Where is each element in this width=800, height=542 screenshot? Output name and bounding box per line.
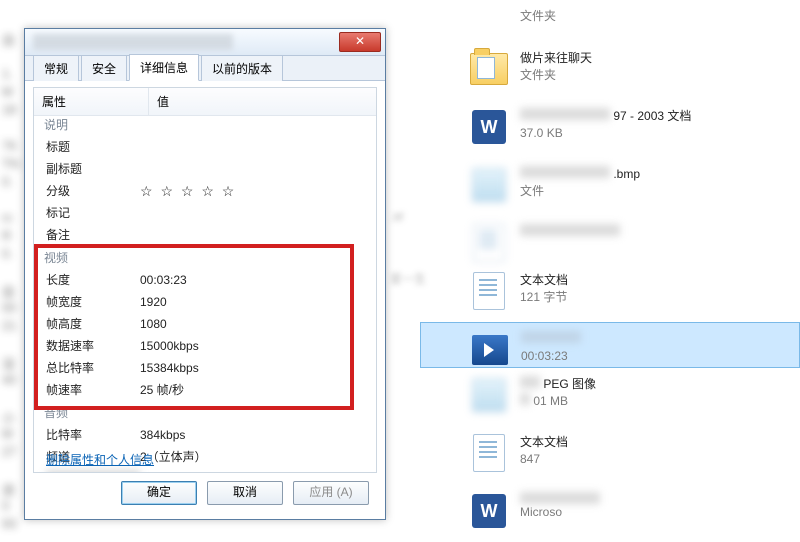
left-column-text: 自 1.M 18 76TN 0. rcR 0. 目00 21 深40 小 M27… bbox=[2, 30, 19, 534]
list-item[interactable]: 文件夹 bbox=[420, 0, 800, 42]
list-item[interactable]: 文本文档 847 bbox=[420, 426, 800, 484]
file-icon bbox=[470, 166, 508, 204]
remove-properties-link[interactable]: 删除属性和个人信息 bbox=[46, 451, 154, 468]
col-property: 属性 bbox=[34, 88, 149, 115]
prop-row bbox=[34, 468, 376, 472]
prop-row: 数据速率15000kbps bbox=[34, 335, 376, 357]
word-icon: W bbox=[470, 492, 508, 530]
close-button[interactable]: ✕ bbox=[339, 32, 381, 52]
list-item[interactable]: PEG 图像 01 MB bbox=[420, 368, 800, 426]
prop-row: 比特率384kbps bbox=[34, 424, 376, 446]
file-ext: .bmp bbox=[613, 167, 640, 181]
list-item-selected[interactable]: 00:03:23 bbox=[420, 322, 800, 368]
video-data-rate: 15000kbps bbox=[140, 337, 199, 355]
file-duration: 00:03:23 bbox=[521, 348, 581, 365]
titlebar[interactable]: ✕ bbox=[25, 29, 385, 56]
video-total-bitrate: 15384kbps bbox=[140, 359, 199, 377]
prop-row: 总比特率15384kbps bbox=[34, 357, 376, 379]
section-audio: 音频 bbox=[34, 401, 376, 424]
ok-button[interactable]: 确定 bbox=[121, 481, 197, 505]
prop-row: 帧宽度1920 bbox=[34, 291, 376, 313]
prop-row: 分级☆ ☆ ☆ ☆ ☆ bbox=[34, 180, 376, 202]
prop-row: 长度00:03:23 bbox=[34, 269, 376, 291]
window-title bbox=[33, 34, 233, 50]
prop-row: 标题 bbox=[34, 136, 376, 158]
tab-security[interactable]: 安全 bbox=[81, 55, 127, 81]
file-app: Microso bbox=[520, 504, 600, 521]
bg-text: .ttf bbox=[390, 210, 403, 224]
tab-details[interactable]: 详细信息 bbox=[129, 54, 199, 81]
file-size: 121 字节 bbox=[520, 289, 568, 306]
file-type: 文本文档 bbox=[520, 272, 568, 289]
list-item[interactable] bbox=[420, 216, 800, 264]
prop-row: 帧高度1080 bbox=[34, 313, 376, 335]
prop-row: 备注 bbox=[34, 224, 376, 246]
file-type: PEG 图像 bbox=[543, 377, 596, 391]
cancel-button[interactable]: 取消 bbox=[207, 481, 283, 505]
jpeg-icon bbox=[470, 376, 508, 414]
list-item[interactable]: 做片来往聊天 文件夹 bbox=[420, 42, 800, 100]
properties-dialog: ✕ 常规 安全 详细信息 以前的版本 属性 值 说明 标题 副标题 分级☆ ☆ … bbox=[24, 28, 386, 520]
text-icon bbox=[470, 434, 508, 472]
rating-stars[interactable]: ☆ ☆ ☆ ☆ ☆ bbox=[140, 182, 236, 200]
file-size: 37.0 KB bbox=[520, 125, 691, 142]
tab-general[interactable]: 常规 bbox=[33, 55, 79, 81]
file-type: 文件 bbox=[520, 183, 640, 200]
property-list[interactable]: 说明 标题 副标题 分级☆ ☆ ☆ ☆ ☆ 标记 备注 视频 长度00:03:2… bbox=[34, 113, 376, 472]
video-length: 00:03:23 bbox=[140, 271, 187, 289]
word-icon: W bbox=[470, 108, 508, 146]
file-size: 847 bbox=[520, 451, 568, 468]
text-icon bbox=[470, 272, 508, 310]
video-frame-width: 1920 bbox=[140, 293, 167, 311]
audio-bitrate: 384kbps bbox=[140, 426, 185, 444]
column-headers: 属性 值 bbox=[34, 88, 376, 116]
col-value: 值 bbox=[149, 88, 376, 115]
video-frame-height: 1080 bbox=[140, 315, 167, 333]
prop-row: 帧速率25 帧/秒 bbox=[34, 379, 376, 401]
video-icon bbox=[471, 331, 509, 369]
file-list: 文件夹 做片来往聊天 文件夹 W 97 - 2003 文档 37.0 KB .b… bbox=[420, 0, 800, 542]
video-frame-rate: 25 帧/秒 bbox=[140, 381, 184, 399]
details-panel: 属性 值 说明 标题 副标题 分级☆ ☆ ☆ ☆ ☆ 标记 备注 视频 长度00… bbox=[33, 87, 377, 473]
list-item[interactable]: W Microso bbox=[420, 484, 800, 542]
section-video: 视频 bbox=[34, 246, 376, 269]
section-description: 说明 bbox=[34, 113, 376, 136]
tab-strip: 常规 安全 详细信息 以前的版本 bbox=[25, 56, 385, 81]
list-item[interactable]: 文本文档 121 字节 bbox=[420, 264, 800, 322]
apply-button[interactable]: 应用 (A) bbox=[293, 481, 369, 505]
file-name: 做片来往聊天 bbox=[520, 50, 592, 67]
file-type: 文件夹 bbox=[520, 8, 556, 25]
file-icon bbox=[470, 224, 508, 262]
folder-icon bbox=[470, 50, 508, 88]
file-name-suffix: 97 - 2003 文档 bbox=[613, 109, 691, 123]
prop-row: 标记 bbox=[34, 202, 376, 224]
list-item[interactable]: .bmp 文件 bbox=[420, 158, 800, 216]
file-type: 文本文档 bbox=[520, 434, 568, 451]
prop-row: 副标题 bbox=[34, 158, 376, 180]
tab-previous-versions[interactable]: 以前的版本 bbox=[201, 55, 283, 81]
file-size: 01 MB bbox=[533, 394, 568, 408]
file-type: 文件夹 bbox=[520, 67, 592, 84]
dialog-buttons: 确定 取消 应用 (A) bbox=[25, 481, 385, 511]
list-item[interactable]: W 97 - 2003 文档 37.0 KB bbox=[420, 100, 800, 158]
